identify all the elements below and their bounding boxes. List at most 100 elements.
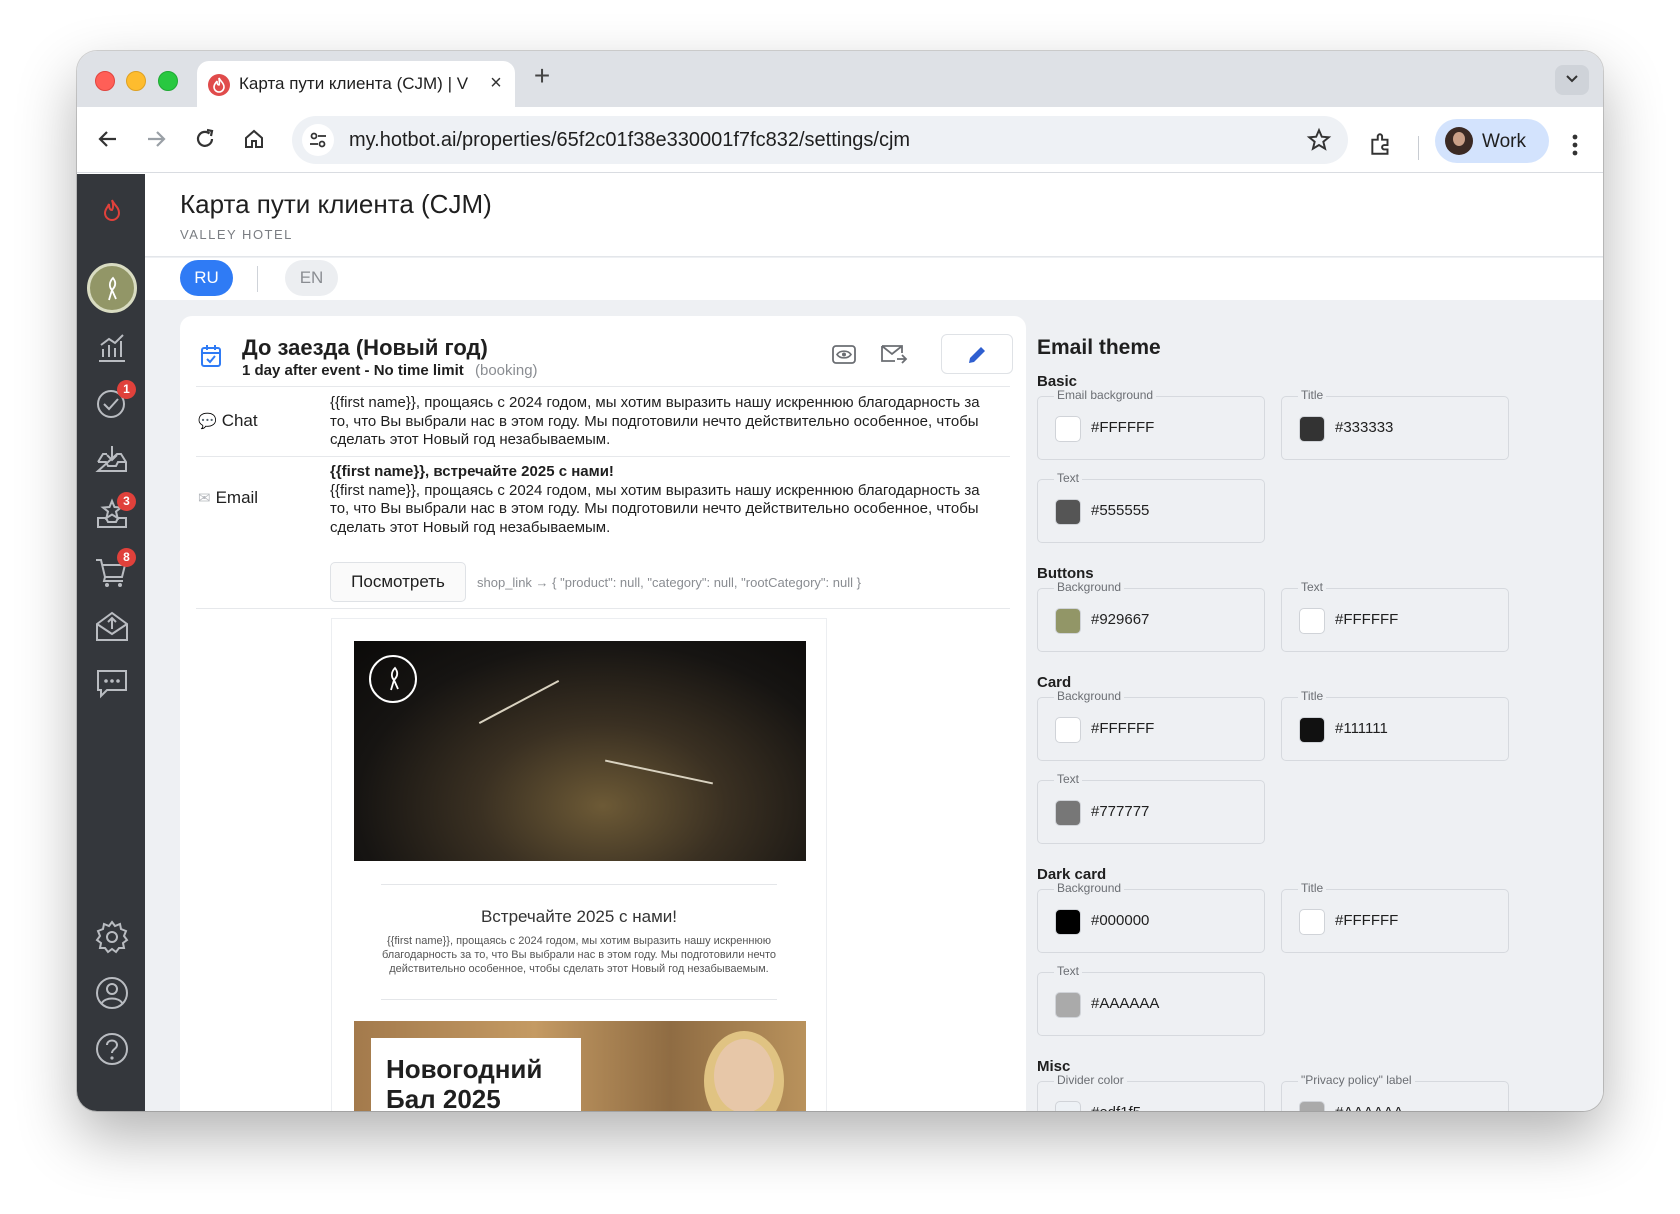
color-value: #111111 [1335, 720, 1388, 737]
reload-button[interactable] [190, 124, 220, 154]
color-swatch[interactable] [1299, 717, 1325, 743]
lang-tab-ru[interactable]: RU [180, 260, 233, 296]
help-icon[interactable] [93, 1030, 131, 1068]
event-timing: 1 day after event - No time limit [242, 362, 464, 379]
divider [196, 608, 1010, 609]
color-swatch[interactable] [1055, 909, 1081, 935]
preview-eye-icon[interactable] [831, 342, 859, 370]
color-swatch[interactable] [1055, 800, 1081, 826]
lang-divider [257, 266, 258, 292]
cart-badge: 8 [117, 548, 136, 567]
maximize-window-button[interactable] [158, 71, 178, 91]
card-background-field[interactable]: Background #FFFFFF [1037, 689, 1265, 761]
dark-card-title-field[interactable]: Title #FFFFFF [1281, 881, 1509, 953]
lang-tab-en[interactable]: EN [285, 260, 338, 296]
account-icon[interactable] [93, 974, 131, 1012]
flame-logo-icon[interactable] [93, 192, 131, 230]
tab-close-icon[interactable]: × [486, 73, 506, 93]
address-bar[interactable]: my.hotbot.ai/properties/65f2c01f38e33000… [292, 116, 1348, 164]
sidebar: 1 3 8 [77, 174, 145, 1111]
chat-channel-label: 💬 Chat [198, 411, 258, 431]
settings-icon[interactable] [93, 918, 131, 956]
field-label: Background [1054, 689, 1125, 703]
new-tab-button[interactable]: + [528, 62, 556, 91]
home-icon [245, 129, 263, 148]
banner-text: Новогодний Бал 2025 [386, 1054, 542, 1111]
language-switcher: RU EN [145, 258, 1603, 300]
bookmark-star-icon[interactable] [1306, 127, 1332, 153]
email-channel-label: ✉ Email [198, 488, 258, 508]
color-value: #AAAAAA [1335, 1104, 1403, 1111]
color-swatch[interactable] [1299, 909, 1325, 935]
mail-outbox-icon[interactable] [93, 608, 131, 646]
page-title: Карта пути клиента (CJM) [180, 189, 492, 219]
dark-card-text-field[interactable]: Text #AAAAAA [1037, 964, 1265, 1036]
reload-icon [196, 128, 214, 147]
banner-photo-face [714, 1039, 774, 1111]
color-swatch[interactable] [1055, 608, 1081, 634]
extensions-icon[interactable] [1368, 131, 1394, 157]
tab-search-button[interactable] [1555, 65, 1589, 95]
color-swatch[interactable] [1299, 608, 1325, 634]
color-swatch[interactable] [1055, 1101, 1081, 1111]
event-card: До заезда (Новый год) 1 day after event … [180, 316, 1026, 1111]
field-label: Text [1298, 580, 1327, 594]
field-label: Email background [1054, 388, 1157, 402]
profile-button[interactable]: Work [1435, 119, 1549, 163]
email-subject: {{first name}}, встречайте 2025 с нами! [330, 463, 614, 480]
browser-tab-active[interactable]: Карта пути клиента (CJM) | V × [197, 61, 515, 107]
arrow-right-icon [148, 131, 166, 147]
color-swatch[interactable] [1055, 416, 1081, 442]
basic-email-background-field[interactable]: Email background #FFFFFF [1037, 388, 1265, 460]
color-swatch[interactable] [1055, 992, 1081, 1018]
chat-icon[interactable] [93, 664, 131, 702]
profile-label: Work [1482, 131, 1526, 152]
tab-strip: Карта пути клиента (CJM) | V × + [77, 51, 1603, 107]
color-swatch[interactable] [1299, 1101, 1325, 1111]
color-swatch[interactable] [1055, 499, 1081, 525]
buttons-background-field[interactable]: Background #929667 [1037, 580, 1265, 652]
buttons-text-field[interactable]: Text #FFFFFF [1281, 580, 1509, 652]
misc-privacy-label-field[interactable]: "Privacy policy" label #AAAAAA [1281, 1073, 1509, 1111]
browser-toolbar: my.hotbot.ai/properties/65f2c01f38e33000… [77, 107, 1603, 173]
banner-line-2: Бал 2025 [386, 1084, 501, 1111]
dark-card-background-field[interactable]: Background #000000 [1037, 881, 1265, 953]
back-button[interactable] [93, 124, 123, 154]
calendar-icon [200, 344, 222, 373]
view-button[interactable]: Посмотреть [330, 562, 466, 602]
theme-title: Email theme [1037, 336, 1161, 359]
chat-message-text: {{first name}}, прощаясь с 2024 годом, м… [330, 394, 980, 448]
hotel-logo-icon[interactable] [87, 263, 137, 313]
minimize-window-button[interactable] [126, 71, 146, 91]
basic-title-field[interactable]: Title #333333 [1281, 388, 1509, 460]
home-button[interactable] [239, 124, 269, 154]
app-area: 1 3 8 Карта пути клиента (CJM) VALLEY HO… [77, 174, 1603, 1111]
cart-icon[interactable]: 8 [93, 548, 136, 590]
analytics-icon[interactable] [93, 329, 131, 367]
basic-text-field[interactable]: Text #555555 [1037, 471, 1265, 543]
forward-button[interactable] [141, 124, 171, 154]
send-test-email-icon[interactable] [880, 342, 908, 370]
email-preview: Встречайте 2025 с нами! {{first name}}, … [331, 618, 827, 1111]
field-label: Text [1054, 772, 1083, 786]
color-swatch[interactable] [1055, 717, 1081, 743]
field-label: Background [1054, 580, 1125, 594]
field-label: Title [1298, 689, 1327, 703]
close-window-button[interactable] [95, 71, 115, 91]
tasks-icon[interactable]: 1 [93, 380, 136, 422]
card-text-field[interactable]: Text #777777 [1037, 772, 1265, 844]
email-message: {{first name}}, встречайте 2025 с нами! … [330, 463, 1000, 537]
reviews-icon[interactable]: 3 [93, 492, 136, 534]
main-content: Карта пути клиента (CJM) VALLEY HOTEL RU… [145, 174, 1603, 1111]
color-swatch[interactable] [1299, 416, 1325, 442]
envelope-icon: ✉ [198, 490, 211, 507]
email-body-text: {{first name}}, прощаясь с 2024 годом, м… [330, 481, 980, 536]
site-settings-button[interactable] [302, 124, 334, 156]
email-theme-panel: Email theme Basic Email background #FFFF… [999, 316, 1603, 1111]
misc-divider-color-field[interactable]: Divider color #edf1f5 [1037, 1073, 1265, 1111]
browser-menu-icon[interactable] [1565, 131, 1585, 159]
property-name: VALLEY HOTEL [180, 227, 293, 242]
inbox-download-icon[interactable] [93, 440, 131, 478]
color-value: #AAAAAA [1091, 995, 1160, 1012]
card-title-field[interactable]: Title #111111 [1281, 689, 1509, 761]
